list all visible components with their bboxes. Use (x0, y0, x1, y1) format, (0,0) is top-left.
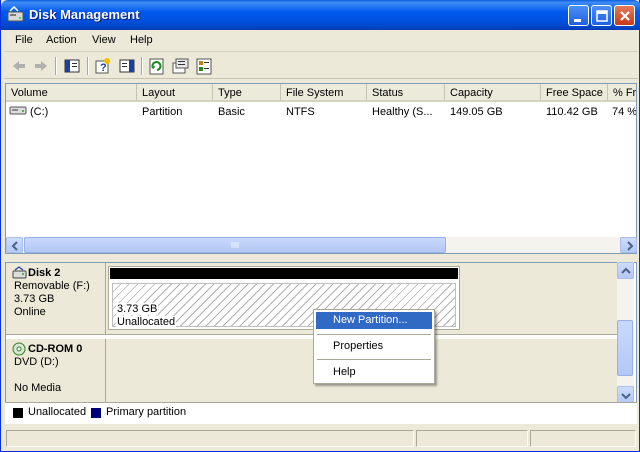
cell-file-system: NTFS (286, 106, 315, 118)
legend: Unallocated Primary partition (5, 402, 637, 424)
disk-2-type: Removable (F:) (14, 280, 90, 292)
horizontal-scrollbar[interactable] (5, 237, 637, 254)
disk-2-label[interactable]: Disk 2 Removable (F:) 3.73 GB Online (6, 263, 106, 335)
menu-help[interactable]: Help (130, 34, 153, 46)
close-icon (620, 11, 630, 21)
unallocated-size: 3.73 GB (116, 303, 159, 315)
arrow-left-icon (11, 241, 18, 251)
column-header-volume[interactable]: Volume (6, 84, 137, 102)
arrow-right-icon (627, 241, 634, 251)
cell-type: Basic (218, 106, 245, 118)
column-header-free-space[interactable]: Free Space (541, 84, 608, 102)
close-button[interactable] (614, 5, 635, 26)
disk-list-icon[interactable] (194, 56, 214, 76)
refresh-icon[interactable] (147, 56, 167, 76)
menu-file[interactable]: File (15, 34, 33, 46)
disk-management-window: Disk Management File Action View Help ? (0, 0, 640, 452)
menu-bar: File Action View Help (4, 30, 638, 52)
toolbar-separator (55, 57, 57, 75)
cdrom-0-name: CD-ROM 0 (28, 343, 83, 355)
disk-2-size: 3.73 GB (14, 293, 55, 305)
legend-swatch-primary-partition (91, 408, 101, 418)
arrow-up-icon (621, 267, 631, 274)
legend-label-unallocated: Unallocated (28, 406, 87, 418)
show-hide-action-pane-icon[interactable] (117, 56, 137, 76)
properties-icon[interactable] (171, 56, 191, 76)
cell-capacity: 149.05 GB (450, 106, 503, 118)
context-menu: New Partition... Properties Help (313, 309, 435, 384)
menu-view[interactable]: View (92, 34, 116, 46)
disk-2-state: Online (14, 306, 46, 318)
vertical-scrollbar[interactable] (617, 262, 634, 405)
forward-arrow-icon[interactable] (31, 56, 51, 76)
context-menu-help[interactable]: Help (316, 364, 432, 381)
status-bar (4, 428, 638, 448)
window-title: Disk Management (29, 7, 140, 22)
removable-disk-icon (12, 266, 27, 284)
unallocated-header-bar (110, 268, 458, 279)
help-icon[interactable]: ? (93, 56, 113, 76)
scroll-left-button[interactable] (6, 237, 23, 253)
toolbar: ? (4, 53, 638, 79)
unallocated-status: Unallocated (116, 316, 177, 328)
title-bar[interactable]: Disk Management (1, 0, 640, 30)
cdrom-0-label[interactable]: CD-ROM 0 DVD (D:) No Media (6, 339, 106, 403)
column-header-file-system[interactable]: File System (281, 84, 367, 102)
column-header-status[interactable]: Status (367, 84, 445, 102)
cell-volume: (C:) (30, 106, 49, 118)
status-panel-1 (6, 430, 414, 447)
context-menu-new-partition[interactable]: New Partition... (316, 312, 432, 329)
minimize-button[interactable] (568, 5, 589, 26)
cell-percent-free: 74 % (612, 106, 637, 118)
status-panel-3 (530, 430, 636, 447)
cell-layout: Partition (142, 106, 183, 118)
context-menu-properties[interactable]: Properties (316, 338, 432, 355)
maximize-button[interactable] (591, 5, 612, 26)
scroll-down-button[interactable] (617, 386, 634, 403)
grip-icon (231, 242, 239, 248)
drive-icon (9, 104, 27, 119)
column-header-capacity[interactable]: Capacity (445, 84, 541, 102)
cell-free-space: 110.42 GB (546, 106, 598, 118)
column-header-type[interactable]: Type (213, 84, 281, 102)
context-menu-separator (317, 334, 431, 335)
scroll-right-button[interactable] (620, 237, 637, 253)
cdrom-icon (12, 342, 27, 360)
column-header-layout[interactable]: Layout (137, 84, 213, 102)
disk-management-icon (7, 5, 25, 24)
disk-2-name: Disk 2 (28, 267, 61, 279)
volume-list[interactable]: Volume Layout Type File System Status Ca… (5, 83, 637, 253)
context-menu-separator (317, 359, 431, 360)
menu-action[interactable]: Action (46, 34, 77, 46)
legend-label-primary-partition: Primary partition (106, 406, 187, 418)
minimize-icon (574, 19, 581, 22)
column-header-percent-free[interactable]: % Fr (608, 84, 636, 102)
vertical-scroll-thumb[interactable] (617, 320, 633, 376)
status-panel-2 (416, 430, 528, 447)
show-hide-console-tree-icon[interactable] (62, 56, 82, 76)
scroll-up-button[interactable] (617, 262, 634, 279)
maximize-icon (596, 10, 608, 22)
legend-swatch-unallocated (13, 408, 23, 418)
horizontal-scroll-thumb[interactable] (24, 237, 446, 253)
toolbar-separator (87, 57, 89, 75)
back-arrow-icon[interactable] (9, 56, 29, 76)
toolbar-separator (141, 57, 143, 75)
cdrom-0-type: DVD (D:) (14, 356, 59, 368)
cell-status: Healthy (S... (372, 106, 433, 118)
cdrom-0-state: No Media (14, 382, 62, 394)
